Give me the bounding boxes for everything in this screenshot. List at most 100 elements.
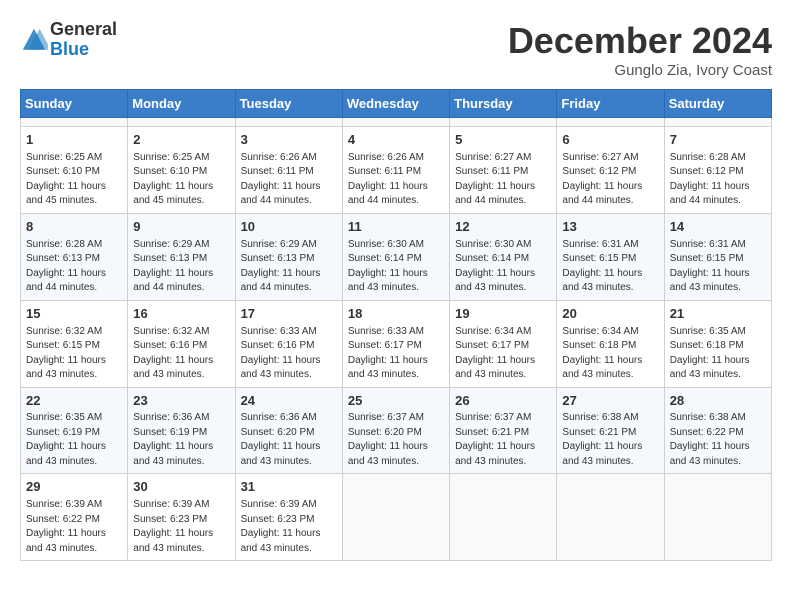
- day-info: Sunrise: 6:32 AM Sunset: 6:16 PM Dayligh…: [133, 325, 229, 383]
- calendar-cell: 29Sunrise: 6:39 AM Sunset: 6:22 PM Dayli…: [21, 474, 128, 561]
- day-number: 28: [670, 392, 766, 411]
- logo-general-text: General: [50, 20, 117, 40]
- day-info: Sunrise: 6:26 AM Sunset: 6:11 PM Dayligh…: [348, 151, 444, 209]
- day-number: 4: [348, 131, 444, 150]
- day-info: Sunrise: 6:39 AM Sunset: 6:22 PM Dayligh…: [26, 498, 122, 556]
- page-header: General Blue December 2024 Gunglo Zia, I…: [20, 20, 772, 79]
- calendar-cell: 22Sunrise: 6:35 AM Sunset: 6:19 PM Dayli…: [21, 387, 128, 474]
- day-number: 22: [26, 392, 122, 411]
- calendar-cell: 12Sunrise: 6:30 AM Sunset: 6:14 PM Dayli…: [450, 213, 557, 300]
- calendar-cell: 18Sunrise: 6:33 AM Sunset: 6:17 PM Dayli…: [342, 300, 449, 387]
- calendar-cell: 24Sunrise: 6:36 AM Sunset: 6:20 PM Dayli…: [235, 387, 342, 474]
- day-number: 18: [348, 305, 444, 324]
- day-info: Sunrise: 6:33 AM Sunset: 6:17 PM Dayligh…: [348, 325, 444, 383]
- calendar-cell: [128, 118, 235, 127]
- calendar-cell: [450, 118, 557, 127]
- day-info: Sunrise: 6:30 AM Sunset: 6:14 PM Dayligh…: [348, 238, 444, 296]
- calendar-cell: [235, 118, 342, 127]
- day-number: 20: [562, 305, 658, 324]
- weekday-header-row: SundayMondayTuesdayWednesdayThursdayFrid…: [21, 90, 772, 118]
- calendar-cell: 14Sunrise: 6:31 AM Sunset: 6:15 PM Dayli…: [664, 213, 771, 300]
- day-number: 13: [562, 218, 658, 237]
- weekday-header-tuesday: Tuesday: [235, 90, 342, 118]
- day-info: Sunrise: 6:39 AM Sunset: 6:23 PM Dayligh…: [133, 498, 229, 556]
- day-info: Sunrise: 6:26 AM Sunset: 6:11 PM Dayligh…: [241, 151, 337, 209]
- day-number: 1: [26, 131, 122, 150]
- location-subtitle: Gunglo Zia, Ivory Coast: [508, 62, 772, 79]
- day-number: 7: [670, 131, 766, 150]
- day-number: 29: [26, 478, 122, 497]
- day-info: Sunrise: 6:28 AM Sunset: 6:12 PM Dayligh…: [670, 151, 766, 209]
- month-title: December 2024: [508, 20, 772, 62]
- calendar-cell: 5Sunrise: 6:27 AM Sunset: 6:11 PM Daylig…: [450, 127, 557, 214]
- day-info: Sunrise: 6:31 AM Sunset: 6:15 PM Dayligh…: [562, 238, 658, 296]
- day-number: 23: [133, 392, 229, 411]
- calendar-cell: 15Sunrise: 6:32 AM Sunset: 6:15 PM Dayli…: [21, 300, 128, 387]
- day-info: Sunrise: 6:38 AM Sunset: 6:21 PM Dayligh…: [562, 411, 658, 469]
- day-info: Sunrise: 6:38 AM Sunset: 6:22 PM Dayligh…: [670, 411, 766, 469]
- day-number: 21: [670, 305, 766, 324]
- day-number: 15: [26, 305, 122, 324]
- calendar-cell: 19Sunrise: 6:34 AM Sunset: 6:17 PM Dayli…: [450, 300, 557, 387]
- day-number: 30: [133, 478, 229, 497]
- day-number: 12: [455, 218, 551, 237]
- day-number: 19: [455, 305, 551, 324]
- day-info: Sunrise: 6:32 AM Sunset: 6:15 PM Dayligh…: [26, 325, 122, 383]
- day-number: 27: [562, 392, 658, 411]
- calendar-cell: 9Sunrise: 6:29 AM Sunset: 6:13 PM Daylig…: [128, 213, 235, 300]
- calendar-week-0: [21, 118, 772, 127]
- day-info: Sunrise: 6:35 AM Sunset: 6:18 PM Dayligh…: [670, 325, 766, 383]
- calendar-cell: 11Sunrise: 6:30 AM Sunset: 6:14 PM Dayli…: [342, 213, 449, 300]
- day-number: 5: [455, 131, 551, 150]
- logo: General Blue: [20, 20, 117, 60]
- calendar-cell: 25Sunrise: 6:37 AM Sunset: 6:20 PM Dayli…: [342, 387, 449, 474]
- day-number: 11: [348, 218, 444, 237]
- calendar-table: SundayMondayTuesdayWednesdayThursdayFrid…: [20, 89, 772, 561]
- day-number: 31: [241, 478, 337, 497]
- calendar-cell: 30Sunrise: 6:39 AM Sunset: 6:23 PM Dayli…: [128, 474, 235, 561]
- calendar-cell: [342, 474, 449, 561]
- day-number: 8: [26, 218, 122, 237]
- day-info: Sunrise: 6:36 AM Sunset: 6:20 PM Dayligh…: [241, 411, 337, 469]
- day-number: 10: [241, 218, 337, 237]
- calendar-cell: [342, 118, 449, 127]
- day-info: Sunrise: 6:37 AM Sunset: 6:21 PM Dayligh…: [455, 411, 551, 469]
- calendar-cell: [557, 118, 664, 127]
- calendar-week-4: 22Sunrise: 6:35 AM Sunset: 6:19 PM Dayli…: [21, 387, 772, 474]
- logo-blue-text: Blue: [50, 40, 117, 60]
- calendar-cell: 17Sunrise: 6:33 AM Sunset: 6:16 PM Dayli…: [235, 300, 342, 387]
- day-number: 14: [670, 218, 766, 237]
- calendar-cell: [557, 474, 664, 561]
- calendar-cell: [664, 474, 771, 561]
- calendar-cell: 8Sunrise: 6:28 AM Sunset: 6:13 PM Daylig…: [21, 213, 128, 300]
- calendar-cell: [21, 118, 128, 127]
- weekday-header-sunday: Sunday: [21, 90, 128, 118]
- day-info: Sunrise: 6:33 AM Sunset: 6:16 PM Dayligh…: [241, 325, 337, 383]
- calendar-cell: 20Sunrise: 6:34 AM Sunset: 6:18 PM Dayli…: [557, 300, 664, 387]
- calendar-cell: 6Sunrise: 6:27 AM Sunset: 6:12 PM Daylig…: [557, 127, 664, 214]
- weekday-header-monday: Monday: [128, 90, 235, 118]
- calendar-cell: 27Sunrise: 6:38 AM Sunset: 6:21 PM Dayli…: [557, 387, 664, 474]
- calendar-cell: 10Sunrise: 6:29 AM Sunset: 6:13 PM Dayli…: [235, 213, 342, 300]
- calendar-cell: 4Sunrise: 6:26 AM Sunset: 6:11 PM Daylig…: [342, 127, 449, 214]
- day-info: Sunrise: 6:37 AM Sunset: 6:20 PM Dayligh…: [348, 411, 444, 469]
- day-number: 6: [562, 131, 658, 150]
- calendar-cell: 7Sunrise: 6:28 AM Sunset: 6:12 PM Daylig…: [664, 127, 771, 214]
- calendar-cell: 13Sunrise: 6:31 AM Sunset: 6:15 PM Dayli…: [557, 213, 664, 300]
- day-number: 3: [241, 131, 337, 150]
- calendar-week-1: 1Sunrise: 6:25 AM Sunset: 6:10 PM Daylig…: [21, 127, 772, 214]
- day-number: 16: [133, 305, 229, 324]
- day-info: Sunrise: 6:25 AM Sunset: 6:10 PM Dayligh…: [26, 151, 122, 209]
- day-number: 17: [241, 305, 337, 324]
- calendar-cell: 2Sunrise: 6:25 AM Sunset: 6:10 PM Daylig…: [128, 127, 235, 214]
- calendar-cell: 23Sunrise: 6:36 AM Sunset: 6:19 PM Dayli…: [128, 387, 235, 474]
- day-number: 2: [133, 131, 229, 150]
- weekday-header-saturday: Saturday: [664, 90, 771, 118]
- day-number: 24: [241, 392, 337, 411]
- day-info: Sunrise: 6:30 AM Sunset: 6:14 PM Dayligh…: [455, 238, 551, 296]
- day-number: 9: [133, 218, 229, 237]
- calendar-week-2: 8Sunrise: 6:28 AM Sunset: 6:13 PM Daylig…: [21, 213, 772, 300]
- logo-icon: [20, 26, 48, 54]
- day-info: Sunrise: 6:34 AM Sunset: 6:17 PM Dayligh…: [455, 325, 551, 383]
- day-info: Sunrise: 6:29 AM Sunset: 6:13 PM Dayligh…: [133, 238, 229, 296]
